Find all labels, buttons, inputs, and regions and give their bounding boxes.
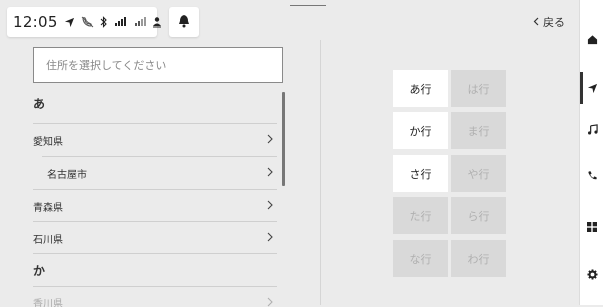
list-item-label: 愛知県 bbox=[33, 133, 63, 148]
dcm-signal-icon bbox=[114, 16, 128, 28]
music-button[interactable] bbox=[580, 117, 603, 141]
back-label: 戻る bbox=[543, 14, 565, 30]
phone-button[interactable] bbox=[580, 163, 603, 187]
signal-icon bbox=[134, 16, 146, 28]
apps-grid-icon bbox=[587, 217, 597, 236]
address-input[interactable]: 住所を選択してください bbox=[33, 47, 283, 83]
kana-key-na: な行 bbox=[393, 240, 448, 277]
list-item-label: 名古屋市 bbox=[33, 166, 87, 181]
list-item-label: 香川県 bbox=[33, 295, 63, 307]
kana-key-sa[interactable]: さ行 bbox=[393, 155, 448, 192]
list-item-label: 石川県 bbox=[33, 231, 63, 246]
list-item-aichi[interactable]: 愛知県 bbox=[33, 124, 277, 156]
chevron-right-icon bbox=[267, 167, 273, 180]
chevron-right-icon bbox=[267, 297, 273, 307]
phone-icon bbox=[587, 166, 598, 185]
clock: 12:05 bbox=[13, 13, 58, 31]
chevron-right-icon bbox=[267, 200, 273, 213]
chevron-left-icon bbox=[533, 16, 539, 29]
no-call-icon bbox=[81, 16, 94, 28]
list-item-ishikawa[interactable]: 石川県 bbox=[33, 222, 277, 254]
list-item-nagoya[interactable]: 名古屋市 bbox=[33, 157, 277, 189]
kana-key-a[interactable]: あ行 bbox=[393, 70, 448, 107]
settings-icon bbox=[587, 265, 598, 284]
list-item-kagawa[interactable]: 香川県 bbox=[33, 287, 277, 307]
kana-key-wa: わ行 bbox=[451, 240, 506, 277]
navigation-button[interactable] bbox=[580, 76, 603, 100]
music-icon bbox=[587, 120, 598, 139]
pull-down-handle[interactable] bbox=[290, 5, 326, 6]
user-icon bbox=[152, 16, 162, 28]
home-icon bbox=[587, 30, 598, 49]
panel-divider bbox=[320, 40, 321, 305]
address-placeholder: 住所を選択してください bbox=[46, 57, 166, 73]
kana-key-ka[interactable]: か行 bbox=[393, 112, 448, 149]
bell-icon bbox=[178, 13, 190, 32]
kana-key-ta: た行 bbox=[393, 197, 448, 234]
kana-key-ya: や行 bbox=[451, 155, 506, 192]
kana-key-ha: は行 bbox=[451, 70, 506, 107]
settings-button[interactable] bbox=[580, 262, 603, 286]
index-header-a: あ bbox=[33, 87, 277, 119]
list-scrollbar[interactable] bbox=[282, 92, 285, 186]
bluetooth-icon bbox=[100, 16, 108, 28]
location-arrow-icon bbox=[64, 17, 75, 28]
side-nav bbox=[579, 0, 603, 305]
notification-button[interactable] bbox=[169, 7, 199, 37]
chevron-right-icon bbox=[267, 134, 273, 147]
list-item-label: 青森県 bbox=[33, 199, 63, 214]
list-item-aomori[interactable]: 青森県 bbox=[33, 190, 277, 222]
chevron-right-icon bbox=[267, 232, 273, 245]
navigation-icon bbox=[587, 79, 598, 98]
back-button[interactable]: 戻る bbox=[533, 14, 565, 30]
kana-key-ma: ま行 bbox=[451, 112, 506, 149]
home-button[interactable] bbox=[580, 27, 603, 51]
status-bar: 12:05 bbox=[7, 7, 157, 37]
apps-button[interactable] bbox=[580, 214, 603, 238]
kana-key-ra: ら行 bbox=[451, 197, 506, 234]
index-header-ka: か bbox=[33, 254, 277, 286]
